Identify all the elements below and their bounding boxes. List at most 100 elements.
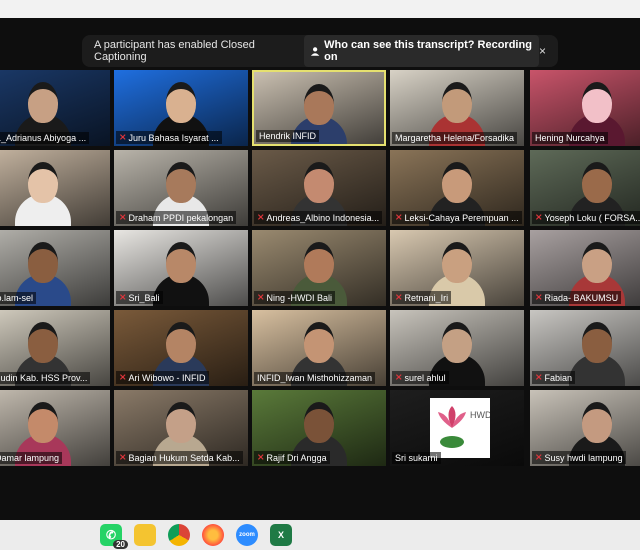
participant-tile[interactable]: ⨯ Ning -HWDI Bali — [252, 230, 386, 306]
participant-face — [304, 162, 334, 203]
participant-tile[interactable]: ⨯ Draham PPDI pekalongan — [114, 150, 248, 226]
participant-tile[interactable]: HWDI Sri sukarni — [390, 390, 524, 466]
participant-name: Susy hwdi lampung — [544, 452, 623, 463]
participant-tile[interactable]: ⨯ Susy hwdi lampung — [530, 390, 640, 466]
participant-name: Andreas_Albino Indonesia... — [266, 212, 380, 223]
participant-name: Fabian — [544, 372, 573, 383]
participant-face — [582, 322, 612, 363]
closed-caption-banner: A participant has enabled Closed Caption… — [82, 35, 558, 67]
muted-mic-icon: ⨯ — [535, 212, 543, 222]
participant-tile[interactable]: Margaretha Helena/Forsadika — [390, 70, 524, 146]
excel-label: X — [277, 530, 284, 540]
participant-tile[interactable]: ⨯ Ari Wibowo - INFID — [114, 310, 248, 386]
file-explorer-icon[interactable] — [134, 524, 156, 546]
participant-tile[interactable]: ⨯ surel ahlul — [390, 310, 524, 386]
participant-name-label: ⨯ Bagian Hukum Setda Kab... — [116, 451, 243, 464]
participant-tile[interactable]: NZ — [0, 150, 110, 226]
participant-tile[interactable]: ⨯ Yoseph Loku ( FORSA... — [530, 150, 640, 226]
participant-tile[interactable]: uroto.lam-sel — [0, 230, 110, 306]
firefox-icon[interactable] — [202, 524, 224, 546]
participant-face — [166, 402, 196, 443]
participant-name: INFID_Iwan Misthohizzaman — [257, 373, 373, 383]
participant-tile[interactable]: amaludin Kab. HSS Prov... — [0, 310, 110, 386]
participant-name-label: ⨯ Rajif Dri Angga — [254, 451, 330, 464]
participant-face — [304, 242, 334, 283]
muted-mic-icon: ⨯ — [395, 372, 403, 382]
muted-mic-icon: ⨯ — [257, 212, 265, 222]
participant-tile[interactable]: ⨯ Sri_Bali — [114, 230, 248, 306]
chrome-icon[interactable] — [168, 524, 190, 546]
close-icon[interactable]: × — [539, 44, 546, 58]
participant-name-label: ⨯ Draham PPDI pekalongan — [116, 211, 237, 224]
participant-tile[interactable]: INFID_Iwan Misthohizzaman — [252, 310, 386, 386]
participant-face — [304, 84, 334, 125]
participant-name-label: ⨯ Retnani_Iri — [392, 291, 452, 304]
participant-tile[interactable]: ⨯ Fabian — [530, 310, 640, 386]
participant-tile[interactable]: Hendrik INFID — [252, 70, 386, 146]
participant-name-label: Hening Nurcahya — [532, 132, 608, 144]
participant-name-label: ⨯ Sri_Bali — [116, 291, 163, 304]
participant-face — [582, 402, 612, 443]
participant-tile[interactable]: Hening Nurcahya — [530, 70, 640, 146]
zoom-icon[interactable]: zoom — [236, 524, 258, 546]
muted-mic-icon: ⨯ — [535, 452, 543, 462]
participant-face — [28, 322, 58, 363]
participant-name-label: Margaretha Helena/Forsadika — [392, 132, 518, 144]
participant-name: Juru Bahasa Isyarat ... — [128, 132, 219, 143]
participant-name: Hening Nurcahya — [535, 133, 605, 143]
participant-name: Riada- BAKUMSU — [544, 292, 619, 303]
muted-mic-icon: ⨯ — [395, 292, 403, 302]
transcript-visibility-label: Who can see this transcript? Recording o… — [324, 39, 532, 63]
participant-tile[interactable]: ⨯ Retnani_Iri — [390, 230, 524, 306]
muted-mic-icon: ⨯ — [119, 452, 127, 462]
participant-name: Sri sukarni — [395, 453, 438, 463]
muted-mic-icon: ⨯ — [395, 212, 403, 222]
participant-face — [166, 322, 196, 363]
participant-tile[interactable]: ⨯ Riada- BAKUMSU — [530, 230, 640, 306]
participant-face — [442, 82, 472, 123]
whatsapp-icon[interactable]: ✆ 20 — [100, 524, 128, 549]
participant-name: amaludin Kab. HSS Prov... — [0, 373, 88, 383]
participant-name-label: ⨯ surel ahlul — [392, 371, 449, 384]
participant-tile[interactable]: ⨯ Rajif Dri Angga — [252, 390, 386, 466]
participant-face — [166, 162, 196, 203]
participant-name-label: ely Damar lampung — [0, 452, 63, 464]
participant-name-label: amaludin Kab. HSS Prov... — [0, 372, 91, 384]
participant-name-label: ⨯ Andreas_Albino Indonesia... — [254, 211, 383, 224]
participant-name-label: ⨯ Ning -HWDI Bali — [254, 291, 336, 304]
participant-name-label: ⨯ Riada- BAKUMSU — [532, 291, 622, 304]
participant-face — [582, 82, 612, 123]
participant-tile[interactable]: ⨯ Juru Bahasa Isyarat ... — [114, 70, 248, 146]
participant-name: Hendrik INFID — [259, 131, 317, 141]
organization-logo: HWDI — [430, 398, 494, 458]
participant-face — [166, 82, 196, 123]
excel-icon[interactable]: X — [270, 524, 292, 546]
participant-name-label: uroto.lam-sel — [0, 292, 37, 304]
muted-mic-icon: ⨯ — [119, 132, 127, 142]
participant-face — [582, 242, 612, 283]
participant-name: Ning -HWDI Bali — [266, 292, 333, 303]
participant-name: Rajif Dri Angga — [266, 452, 327, 463]
participant-face — [28, 242, 58, 283]
transcript-visibility-button[interactable]: Who can see this transcript? Recording o… — [303, 35, 539, 67]
participant-name-label: 1_01_Adrianus Abiyoga ... — [0, 132, 90, 144]
participant-face — [442, 322, 472, 363]
participant-name-label: ⨯ Juru Bahasa Isyarat ... — [116, 131, 222, 144]
participant-name-label: ⨯ Fabian — [532, 371, 576, 384]
participant-tile[interactable]: ely Damar lampung — [0, 390, 110, 466]
participant-name: 1_01_Adrianus Abiyoga ... — [0, 133, 87, 143]
person-icon — [310, 46, 320, 56]
participant-tile[interactable]: ⨯ Leksi-Cahaya Perempuan ... — [390, 150, 524, 226]
participant-tile[interactable]: 1_01_Adrianus Abiyoga ... — [0, 70, 110, 146]
banner-message: A participant has enabled Closed Caption… — [94, 39, 255, 63]
participant-face — [304, 402, 334, 443]
participant-name-label: ⨯ Leksi-Cahaya Perempuan ... — [392, 211, 522, 224]
muted-mic-icon: ⨯ — [535, 372, 543, 382]
participant-tile[interactable]: ⨯ Andreas_Albino Indonesia... — [252, 150, 386, 226]
zoom-label: zoom — [239, 532, 255, 538]
participant-face — [28, 402, 58, 443]
participant-name: ely Damar lampung — [0, 453, 60, 463]
whatsapp-badge: 20 — [113, 540, 128, 549]
participant-tile[interactable]: ⨯ Bagian Hukum Setda Kab... — [114, 390, 248, 466]
taskbar: ✆ 20 zoom X — [0, 520, 640, 550]
